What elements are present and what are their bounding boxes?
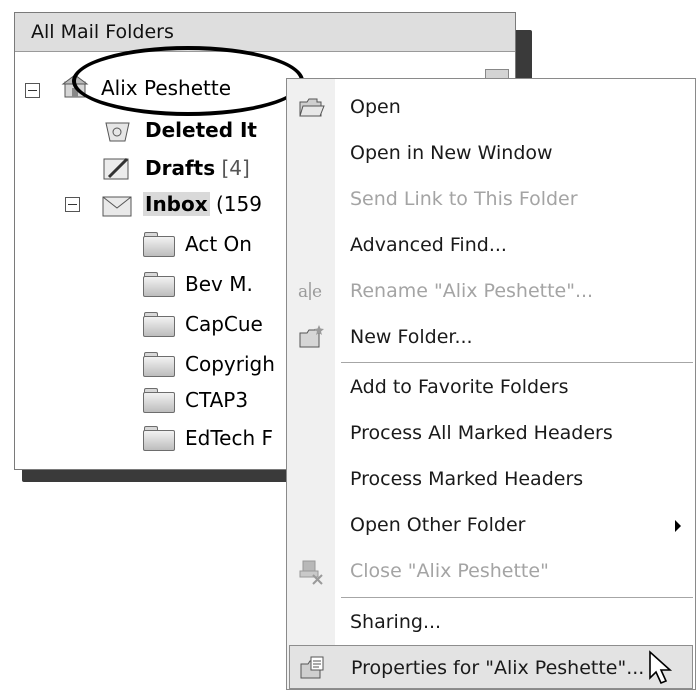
folder-item-capcue[interactable]: CapCue — [185, 307, 263, 341]
menu-separator — [341, 362, 693, 363]
folder-label: Drafts — [145, 156, 216, 180]
context-menu: Open Open in New Window Send Link to Thi… — [286, 78, 696, 690]
inbox-icon — [101, 191, 133, 217]
folder-icon — [141, 425, 175, 451]
menu-item-label: Add to Favorite Folders — [350, 376, 569, 398]
drafts-icon — [101, 153, 133, 180]
folder-label: CTAP3 — [185, 388, 249, 412]
menu-item-label: Open in New Window — [350, 142, 553, 164]
submenu-arrow-icon — [675, 520, 681, 532]
rename-icon: a e — [297, 277, 325, 305]
menu-item-label: Open — [350, 96, 401, 118]
menu-item-properties[interactable]: Properties for "Alix Peshette"... — [289, 645, 693, 689]
folder-count: (159 — [216, 192, 262, 216]
menu-item-send-link[interactable]: Send Link to This Folder — [287, 177, 695, 221]
menu-item-label: Advanced Find... — [350, 234, 507, 256]
svg-text:e: e — [312, 282, 322, 302]
menu-item-label: Properties for "Alix Peshette"... — [351, 657, 645, 679]
folder-label: CapCue — [185, 312, 263, 336]
folder-item-act-on[interactable]: Act On — [185, 227, 252, 261]
menu-item-label: Rename "Alix Peshette"... — [350, 280, 594, 302]
collapse-toggle-root[interactable] — [25, 83, 40, 98]
folder-icon — [141, 231, 175, 257]
open-folder-icon — [297, 93, 325, 121]
menu-item-close[interactable]: Close "Alix Peshette" — [287, 549, 695, 593]
menu-item-rename[interactable]: a e Rename "Alix Peshette"... — [287, 269, 695, 313]
folder-label: EdTech F — [185, 426, 273, 450]
folder-label: Bev M. — [185, 272, 253, 296]
folder-count: [4] — [221, 156, 250, 180]
menu-item-label: Open Other Folder — [350, 514, 526, 536]
folder-label: Inbox — [143, 192, 210, 216]
folder-label: Act On — [185, 232, 252, 256]
folder-icon — [141, 351, 175, 377]
folder-icon — [141, 271, 175, 297]
pane-title: All Mail Folders — [15, 13, 515, 52]
menu-item-label: Send Link to This Folder — [350, 188, 578, 210]
close-folder-icon — [297, 557, 325, 585]
folder-icon — [141, 387, 175, 413]
menu-separator — [341, 597, 693, 598]
svg-text:a: a — [298, 282, 308, 302]
folder-icon — [141, 311, 175, 337]
menu-item-label: Sharing... — [350, 611, 442, 633]
folder-item-edtech[interactable]: EdTech F — [185, 421, 273, 455]
menu-item-add-favorites[interactable]: Add to Favorite Folders — [287, 365, 695, 409]
menu-item-process-marked[interactable]: Process Marked Headers — [287, 457, 695, 501]
folder-label: Deleted It — [145, 118, 257, 142]
menu-item-label: Close "Alix Peshette" — [350, 560, 549, 582]
menu-item-label: Process All Marked Headers — [350, 422, 613, 444]
folder-label: Copyrigh — [185, 352, 275, 376]
menu-item-sharing[interactable]: Sharing... — [287, 600, 695, 644]
properties-icon — [298, 654, 326, 682]
folder-item-inbox[interactable]: Inbox (159 — [143, 187, 262, 221]
deleted-items-icon — [103, 117, 135, 142]
mouse-pointer-icon — [649, 650, 673, 685]
menu-item-label: Process Marked Headers — [350, 468, 584, 490]
folder-item-bev-m[interactable]: Bev M. — [185, 267, 253, 301]
menu-item-open[interactable]: Open — [287, 85, 695, 129]
menu-item-open-other-folder[interactable]: Open Other Folder — [287, 503, 695, 547]
collapse-toggle-inbox[interactable] — [65, 197, 80, 212]
menu-item-open-new-window[interactable]: Open in New Window — [287, 131, 695, 175]
new-folder-icon — [297, 323, 325, 351]
highlight-ellipse — [72, 46, 304, 116]
folder-item-deleted-items[interactable]: Deleted It — [145, 113, 257, 147]
folder-item-drafts[interactable]: Drafts [4] — [145, 151, 250, 185]
menu-item-label: New Folder... — [350, 326, 473, 348]
folder-item-copyright[interactable]: Copyrigh — [185, 347, 275, 381]
menu-item-advanced-find[interactable]: Advanced Find... — [287, 223, 695, 267]
menu-item-new-folder[interactable]: New Folder... — [287, 315, 695, 359]
folder-item-ctap3[interactable]: CTAP3 — [185, 383, 248, 417]
menu-item-process-all-marked[interactable]: Process All Marked Headers — [287, 411, 695, 455]
